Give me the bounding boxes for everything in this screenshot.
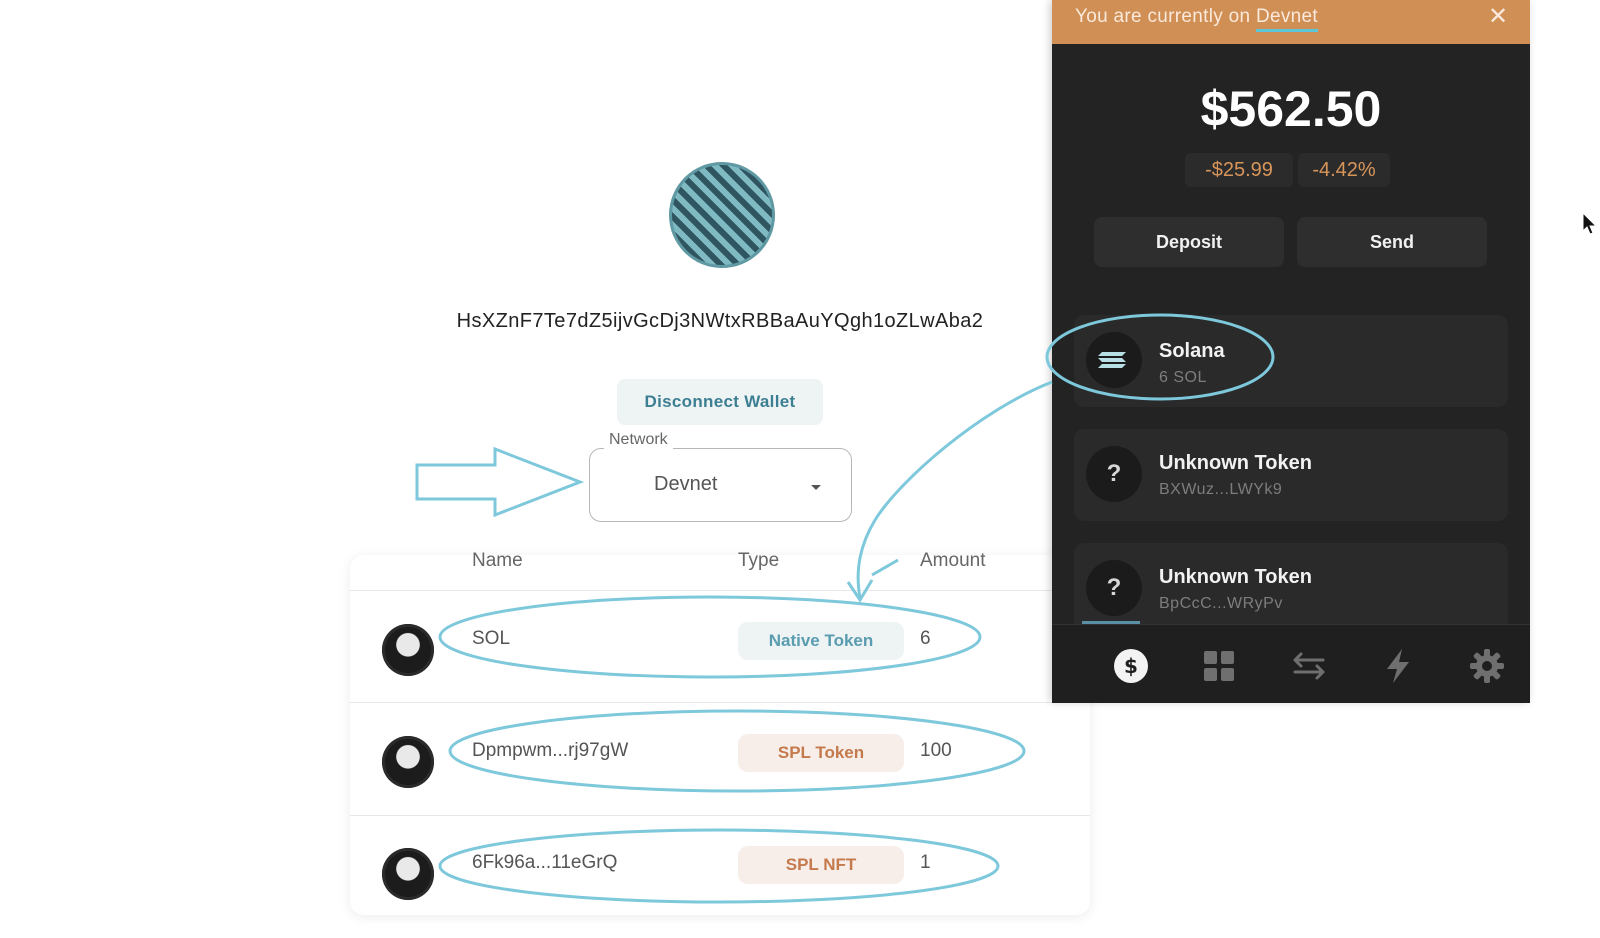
annotation-overlay bbox=[438, 313, 1275, 904]
